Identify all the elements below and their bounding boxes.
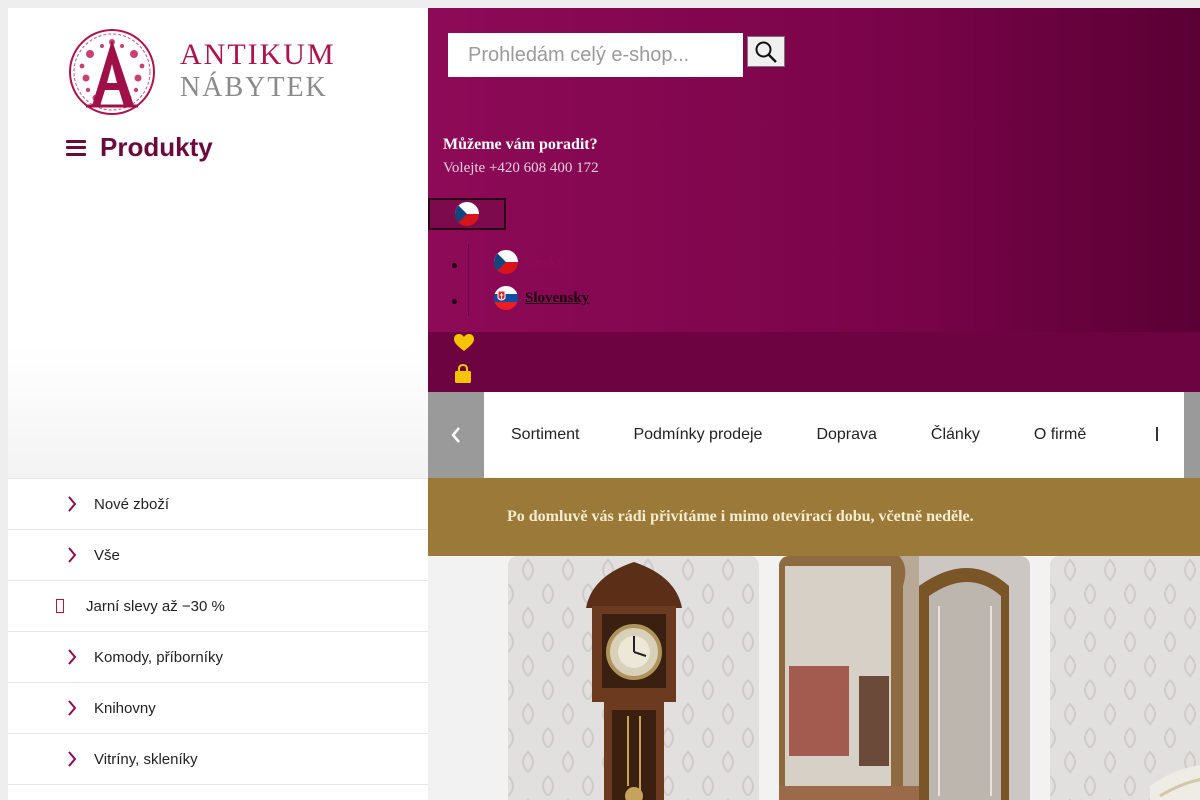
nav-item-podminky[interactable]: Podmínky prodeje [606,426,789,444]
shopping-bag-icon[interactable] [454,363,472,389]
category-item[interactable]: Jarní slevy až −30 % [8,581,428,632]
category-item[interactable]: Knihovny [8,683,428,734]
category-label: Vše [94,546,120,564]
czech-flag-icon [455,202,479,226]
nav-items: Sortiment Podmínky prodeje Doprava Článk… [484,392,1113,478]
slovak-flag-icon [494,286,518,310]
czech-flag-icon [494,250,518,274]
header: Můžeme vám poradit? Volejte +420 608 400… [428,8,1200,392]
page: ANTIKUM NÁBYTEK Produkty Nové zboží Vše … [8,8,1200,800]
language-name: Česky [525,253,565,270]
category-item[interactable]: Komody, příborníky [8,632,428,683]
left-panel: ANTIKUM NÁBYTEK Produkty [8,8,428,478]
category-item[interactable]: Vitríny, skleníky [8,734,428,785]
category-label: Komody, příborníky [94,648,223,666]
sofa-image [1050,556,1200,800]
logo[interactable]: ANTIKUM NÁBYTEK [68,28,368,118]
header-icons-bar [428,332,1200,392]
contact-question: Můžeme vám poradit? [443,136,598,153]
nav-item-sortiment[interactable]: Sortiment [484,426,606,444]
contact-info: Můžeme vám poradit? Volejte +420 608 400… [443,136,599,177]
product-card-mirror-vitrine[interactable] [779,556,1030,800]
category-label: Knihovny [94,699,156,717]
category-label: Jarní slevy až −30 % [86,597,225,615]
search-icon [755,41,777,63]
chevron-right-icon [64,700,80,716]
logo-title: ANTIKUM [180,38,336,71]
hamburger-icon [66,139,86,156]
category-menu: Nové zboží Vše Jarní slevy až −30 % Komo… [8,478,428,785]
category-label: Vitríny, skleníky [94,750,198,768]
search-button[interactable] [747,36,785,67]
products-menu-label: Produkty [100,132,213,162]
nav-prev-button[interactable] [428,392,484,478]
nav-item-o-firme[interactable]: O firmě [1007,426,1113,444]
language-item[interactable]: Slovensky [443,280,589,316]
nav-item-clanky[interactable]: Články [904,426,1007,444]
grandfather-clock-image [508,556,759,800]
logo-emblem-icon [69,29,155,115]
info-banner: Po domluvě vás rádi přivítáme i mimo ote… [428,478,1200,556]
search-box [448,33,743,77]
category-item[interactable]: Vše [8,530,428,581]
product-card-sofa[interactable] [1050,556,1200,800]
language-name: Slovensky [525,289,590,306]
mirror-vitrine-image [779,556,1030,800]
missing-glyph-icon [56,599,64,613]
banner-text: Po domluvě vás rádi přivítáme i mimo ote… [507,508,974,525]
products-menu-toggle[interactable]: Produkty [66,132,213,163]
logo-subtitle: NÁBYTEK [180,72,328,103]
main-nav: Sortiment Podmínky prodeje Doprava Článk… [428,392,1200,496]
language-item[interactable]: Česky [443,244,589,280]
category-label: Nové zboží [94,495,170,513]
chevron-left-icon [451,427,460,443]
contact-phone[interactable]: Volejte +420 608 400 172 [443,160,599,177]
nav-item-cut-off [1156,427,1158,441]
heart-icon[interactable] [454,334,474,357]
chevron-right-icon [64,547,80,563]
chevron-right-icon [64,751,80,767]
product-card-clock[interactable] [508,556,759,800]
search-input[interactable] [448,33,743,77]
language-list: Česky Slovensky [443,244,589,316]
nav-item-doprava[interactable]: Doprava [789,426,903,444]
language-switcher-button[interactable] [428,198,506,230]
category-item[interactable]: Nové zboží [8,479,428,530]
product-carousel [428,556,1200,800]
chevron-right-icon [64,496,80,512]
chevron-right-icon [64,649,80,665]
